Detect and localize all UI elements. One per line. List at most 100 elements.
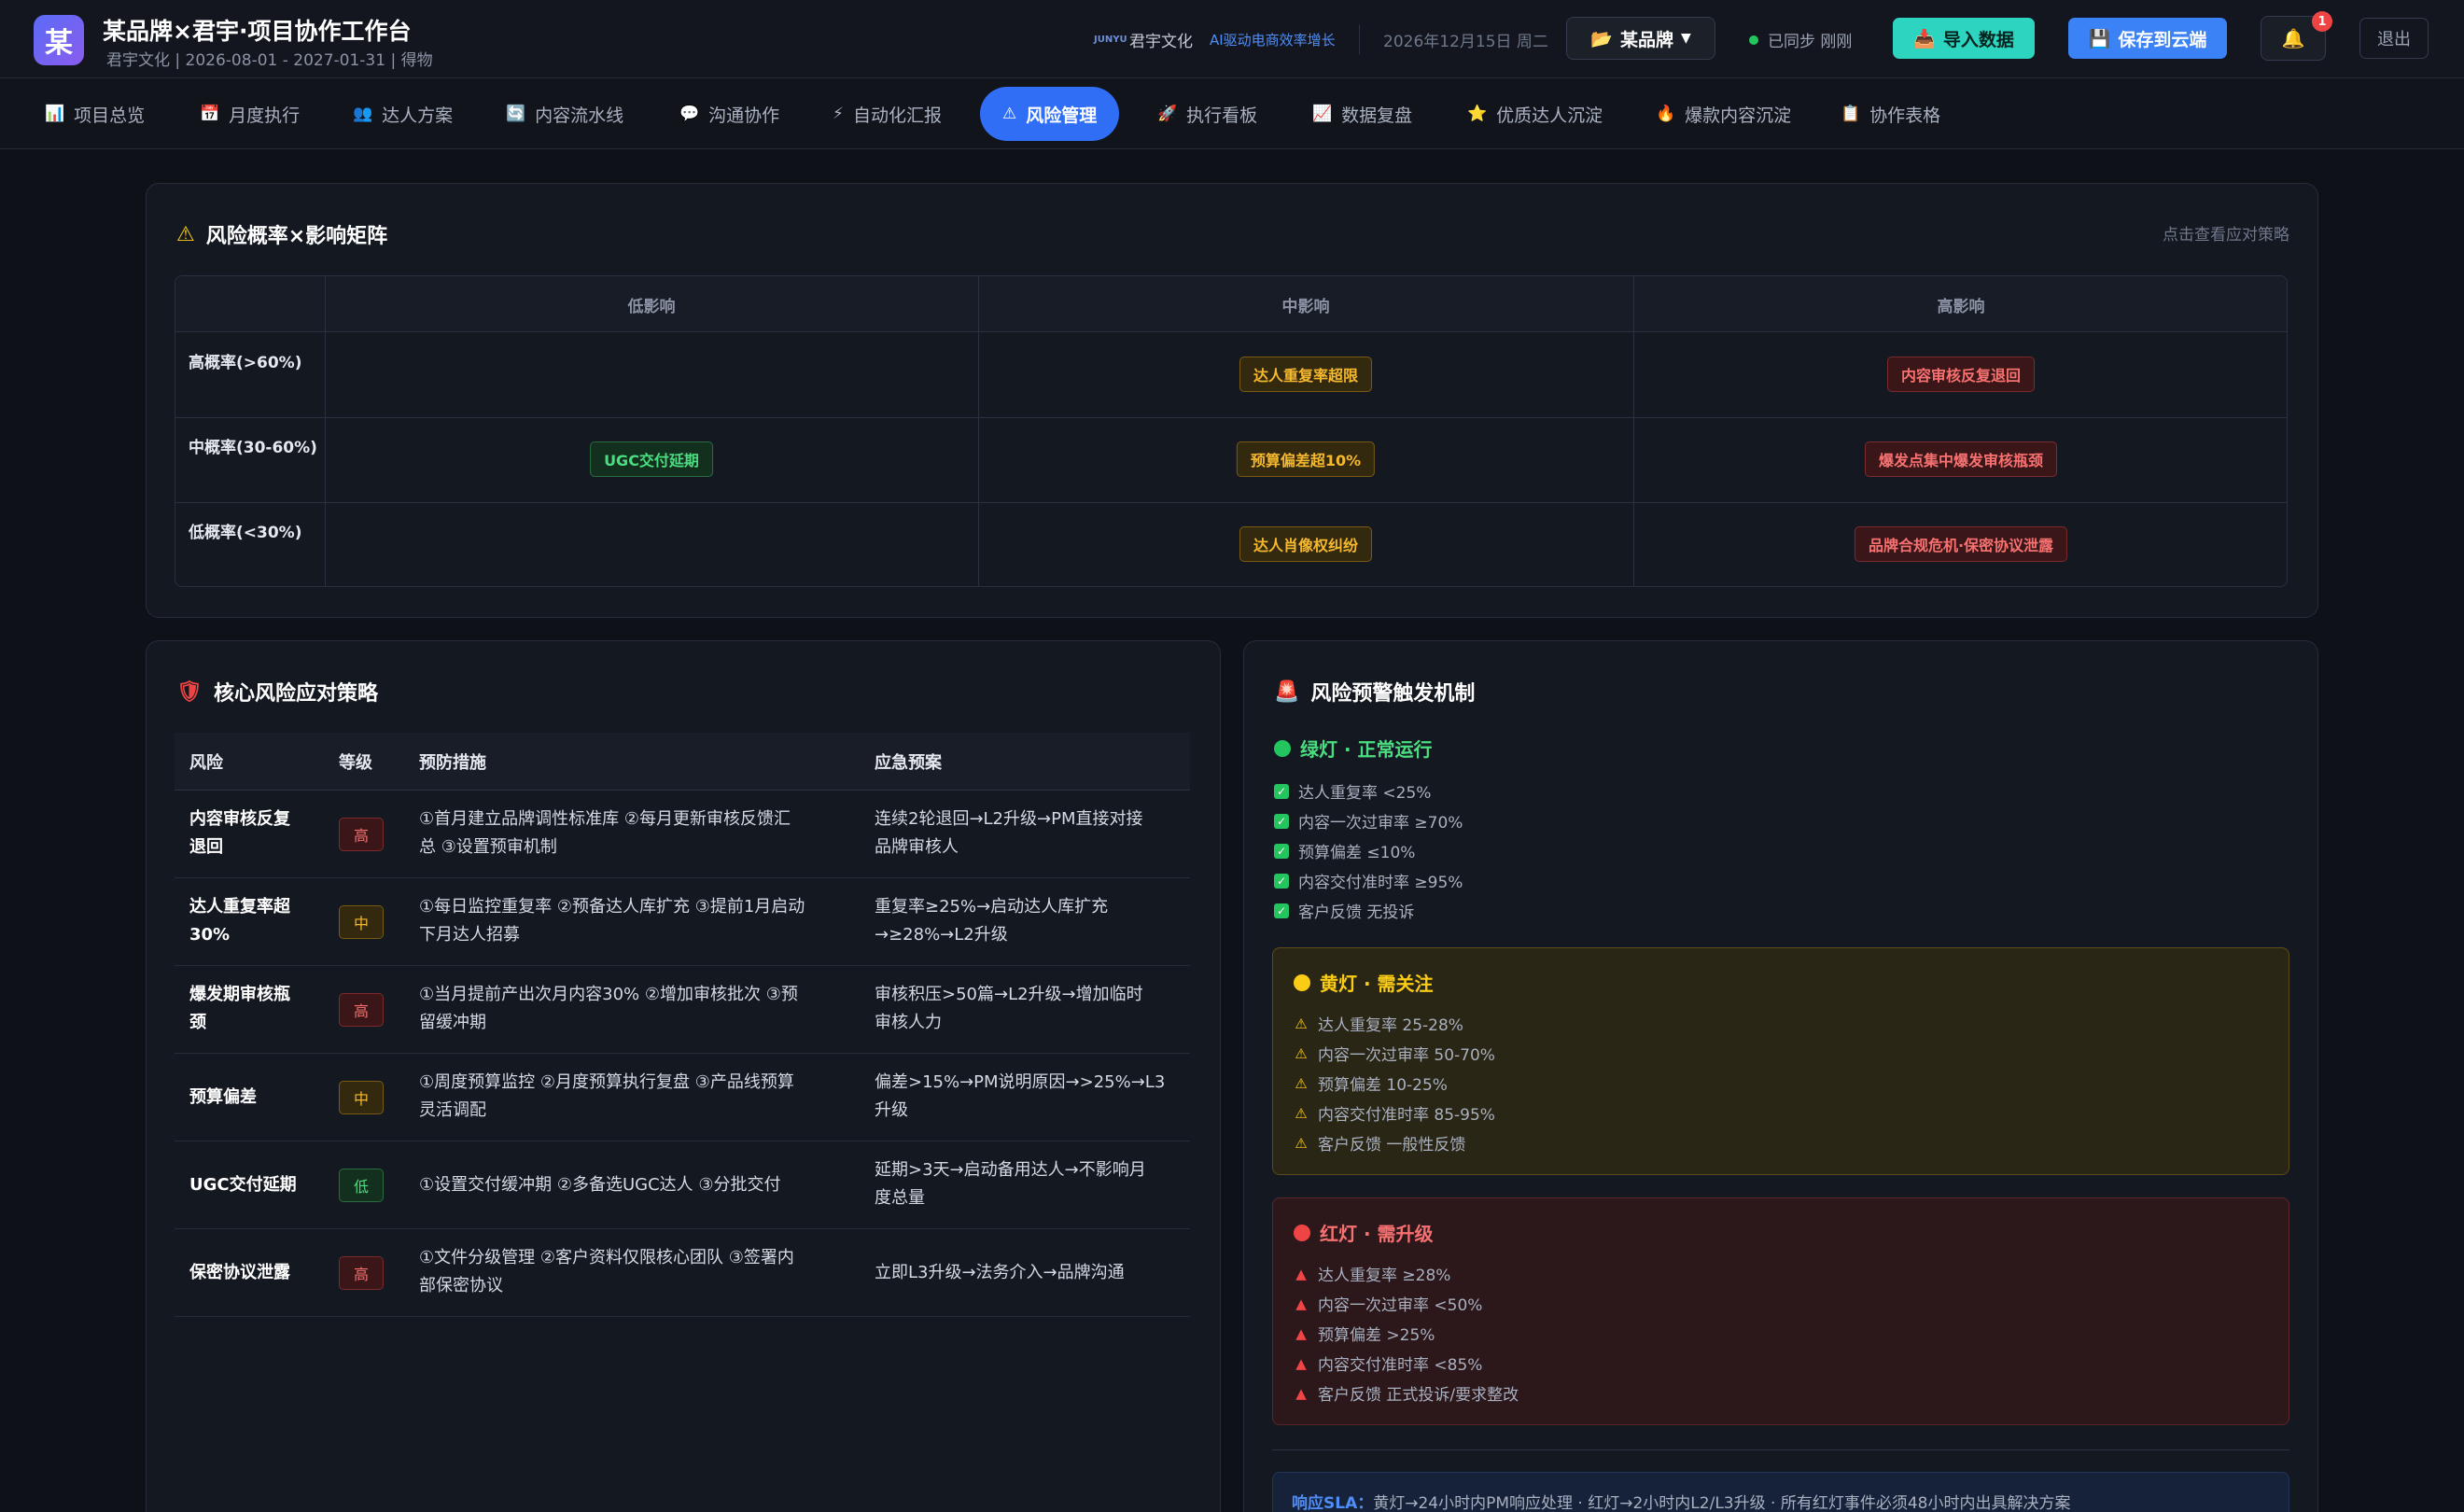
table-row: 爆发期审核瓶颈 高 ①当月提前产出次月内容30% ②增加审核批次 ③预 留缓冲期 … xyxy=(175,966,1190,1054)
tab-communication[interactable]: 💬 沟通协作 xyxy=(657,87,802,141)
contingency-text: 延期>3天→启动备用达人→不影响月 度总量 xyxy=(875,1160,1146,1208)
risk-pill[interactable]: 达人重复率超限 xyxy=(1239,357,1373,392)
col-prevention: 预防措施 xyxy=(419,753,486,773)
tab-risk-management[interactable]: ⚠ 风险管理 xyxy=(980,87,1120,141)
tab-label: 沟通协作 xyxy=(708,105,780,126)
project-subtitle: 君宇文化 | 2026-08-01 - 2027-01-31 | 得物 xyxy=(106,51,433,70)
table-row: 达人重复率超 30% 中 ①每日监控重复率 ②预备达人库扩充 ③提前1月启动 下月达… xyxy=(175,878,1190,966)
bar-chart-icon: 📊 xyxy=(45,105,65,123)
tab-data-review[interactable]: 📈 数据复盘 xyxy=(1290,87,1435,141)
warning-icon: ⚠ xyxy=(1295,1015,1308,1032)
siren-icon: 🚨 xyxy=(1274,679,1300,704)
logout-button[interactable]: 退出 xyxy=(2359,18,2429,59)
upload-icon: 📥 xyxy=(1913,28,1936,49)
tab-influencer-plan[interactable]: 👥 达人方案 xyxy=(330,87,475,141)
folder-icon: 📂 xyxy=(1590,28,1613,49)
siren-icon: ▲ xyxy=(1295,1384,1307,1402)
tab-project-overview[interactable]: 📊 项目总览 xyxy=(22,87,167,141)
check-icon: ✓ xyxy=(1274,843,1289,859)
red-criterion: ▲ 客户反馈 正式投诉/要求整改 xyxy=(1294,1381,1519,1406)
calendar-icon: 📅 xyxy=(200,105,220,123)
table-row: 内容审核反复 退回 高 ①首月建立品牌调性标准库 ②每月更新审核反馈汇总 ③设置预… xyxy=(175,791,1190,878)
risk-pill[interactable]: 达人肖像权纠纷 xyxy=(1239,526,1373,562)
tab-label: 协作表格 xyxy=(1869,105,1941,126)
import-data-button[interactable]: 📥 导入数据 xyxy=(1893,18,2035,59)
tab-monthly-execution[interactable]: 📅 月度执行 xyxy=(177,87,322,141)
rocket-icon: 🚀 xyxy=(1157,105,1178,123)
level-badge: 低 xyxy=(339,1169,384,1202)
risk-pill[interactable]: UGC交付延期 xyxy=(590,441,713,477)
table-row: 预算偏差 中 ①周度预算监控 ②月度预算执行复盘 ③产品线预算 灵活调配 偏差>1… xyxy=(175,1054,1190,1141)
warning-icon: ⚠ xyxy=(1002,105,1017,123)
save-cloud-button[interactable]: 💾 保存到云端 xyxy=(2068,18,2227,59)
tab-label: 风险管理 xyxy=(1026,105,1098,126)
matrix-divider xyxy=(1633,276,1634,586)
refresh-icon: 🔄 xyxy=(506,105,526,123)
yellow-dot-icon xyxy=(1294,973,1310,991)
table-row: UGC交付延期 低 ①设置交付缓冲期 ②多备选UGC达人 ③分批交付 延期>3天… xyxy=(175,1141,1190,1229)
red-criterion: ▲ 内容交付准时率 <85% xyxy=(1294,1351,1482,1376)
tab-auto-report[interactable]: ⚡ 自动化汇报 xyxy=(810,87,964,141)
contingency-text: 审核积压>50篇→L2升级→增加临时 审核人力 xyxy=(875,985,1143,1032)
risk-pill[interactable]: 爆发点集中爆发审核瓶颈 xyxy=(1864,441,2058,477)
sla-text: 黄灯→24小时内PM响应处理 · 红灯→2小时内L2/L3升级 · 所有红灯事件… xyxy=(1373,1494,2071,1512)
green-light-title: 绿灯 · 正常运行 xyxy=(1274,735,1433,762)
row-mid-probability: 中概率(30-60%) xyxy=(189,439,317,457)
notification-button[interactable]: 🔔 1 xyxy=(2261,11,2332,61)
risk-pill[interactable]: 预算偏差超10% xyxy=(1236,441,1376,477)
tab-execution-board[interactable]: 🚀 执行看板 xyxy=(1135,87,1280,141)
tab-collab-table[interactable]: 📋 协作表格 xyxy=(1818,87,1963,141)
lightning-icon: ⚡ xyxy=(833,105,844,123)
main-nav: 📊 项目总览 📅 月度执行 👥 达人方案 🔄 内容流水线 💬 沟通协作 ⚡ 自动化汇报 ⚠ 风… xyxy=(0,78,2464,149)
tab-content-pipeline[interactable]: 🔄 内容流水线 xyxy=(483,87,646,141)
level-badge: 中 xyxy=(339,905,384,939)
strategy-title-text: 核心风险应对策略 xyxy=(213,682,378,706)
yellow-criterion: ⚠ 达人重复率 25-28% xyxy=(1295,1015,1463,1036)
green-dot-icon xyxy=(1274,739,1291,757)
sync-dot-icon xyxy=(1749,35,1758,45)
contingency-text: 重复率≥25%→启动达人库扩充 →≥28%→L2升级 xyxy=(875,897,1109,945)
yellow-criterion: ⚠ 内容一次过审率 50-70% xyxy=(1295,1044,1495,1066)
siren-icon: ▲ xyxy=(1295,1324,1307,1342)
col-contingency: 应急预案 xyxy=(875,753,942,773)
green-criterion: ✓ 客户反馈 无投诉 xyxy=(1274,899,1414,922)
tab-viral-content[interactable]: 🔥 爆款内容沉淀 xyxy=(1633,87,1813,141)
level-badge: 中 xyxy=(339,1081,384,1114)
tab-top-influencers[interactable]: ⭐ 优质达人沉淀 xyxy=(1445,87,1625,141)
prevention-text: ①当月提前产出次月内容30% ②增加审核批次 ③预 留缓冲期 xyxy=(419,985,798,1032)
company-tagline: AI驱动电商效率增长 xyxy=(1210,32,1336,49)
warning-icon: ⚠ xyxy=(1295,1044,1308,1062)
matrix-divider xyxy=(978,276,979,586)
contingency-text: 偏差>15%→PM说明原因→>25%→L3 升级 xyxy=(875,1072,1166,1120)
yellow-criterion: ⚠ 内容交付准时率 85-95% xyxy=(1295,1104,1495,1126)
strategy-title: 🛡 核心风险应对策略 xyxy=(176,677,378,707)
matrix-divider xyxy=(175,417,2287,418)
warning-title: 🚨 风险预警触发机制 xyxy=(1274,677,1475,707)
red-criterion: ▲ 内容一次过审率 <50% xyxy=(1294,1292,1482,1316)
check-icon: ✓ xyxy=(1274,783,1289,799)
risk-warning-card: 🚨 风险预警触发机制 绿灯 · 正常运行 ✓ 达人重复率 <25% ✓ 内容一次过审… xyxy=(1243,640,2318,1512)
brand-select[interactable]: 📂 某品牌 ▼ xyxy=(1566,17,1715,60)
risk-pill[interactable]: 内容审核反复退回 xyxy=(1886,357,2036,392)
red-light-box: 红灯 · 需升级 ▲ 达人重复率 ≥28% ▲ 内容一次过审率 <50% ▲ 预算偏差… xyxy=(1272,1197,2289,1425)
siren-icon: ▲ xyxy=(1295,1295,1307,1312)
green-criterion: ✓ 达人重复率 <25% xyxy=(1274,779,1431,803)
line-chart-icon: 📈 xyxy=(1312,105,1333,123)
level-badge: 高 xyxy=(339,993,384,1027)
notification-badge: 1 xyxy=(2312,11,2332,32)
bell-icon: 🔔 xyxy=(2281,27,2305,49)
risk-pill[interactable]: 品牌合规危机·保密协议泄露 xyxy=(1854,526,2068,562)
company-mini-logo: JUNYU xyxy=(1094,35,1127,45)
view-strategy-link[interactable]: 点击查看应对策略 xyxy=(2163,221,2289,245)
row-low-probability: 低概率(<30%) xyxy=(189,524,302,542)
save-icon: 💾 xyxy=(2088,28,2111,49)
col-risk: 风险 xyxy=(189,753,223,773)
tab-label: 月度执行 xyxy=(229,105,301,126)
caret-down-icon: ▼ xyxy=(1680,31,1691,46)
contingency-text: 立即L3升级→法务介入→品牌沟通 xyxy=(875,1263,1125,1282)
tab-label: 执行看板 xyxy=(1186,105,1258,126)
matrix-divider xyxy=(175,502,2287,503)
check-icon: ✓ xyxy=(1274,903,1289,918)
risk-name: 内容审核反复 退回 xyxy=(189,809,290,857)
col-low-impact: 低影响 xyxy=(627,297,676,316)
